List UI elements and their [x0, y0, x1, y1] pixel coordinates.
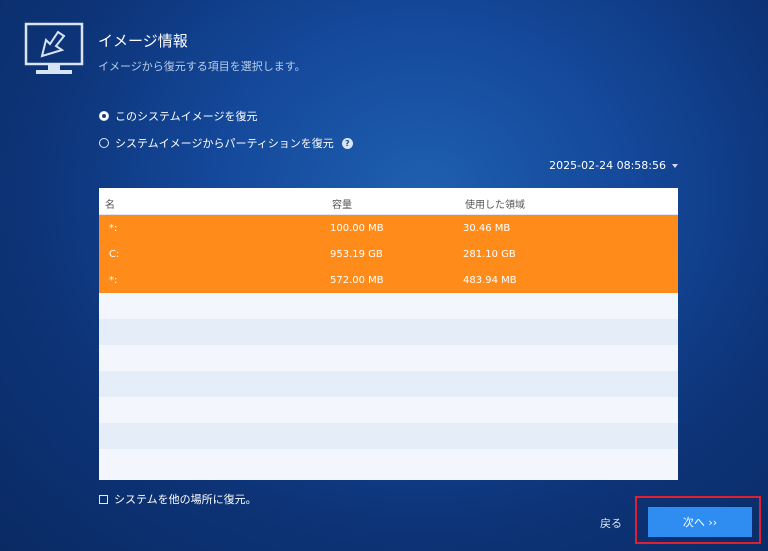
empty-row [99, 345, 678, 371]
backup-date-value: 2025-02-24 08:58:56 [549, 159, 666, 172]
backup-date-dropdown[interactable]: 2025-02-24 08:58:56 [549, 159, 678, 172]
restore-partition-option[interactable]: システムイメージからパーティションを復元 ? [99, 135, 353, 151]
restore-system-image-option[interactable]: このシステムイメージを復元 [99, 108, 257, 124]
empty-row [99, 423, 678, 449]
partition-name: *: [109, 223, 118, 234]
empty-row [99, 397, 678, 423]
empty-row [99, 371, 678, 397]
partition-capacity: 953.19 GB [330, 249, 383, 260]
column-header-used[interactable]: 使用した領域 [465, 196, 525, 211]
restore-other-location-option[interactable]: システムを他の場所に復元。 [99, 491, 257, 507]
partition-used: 483.94 MB [463, 275, 517, 286]
empty-row [99, 319, 678, 345]
monitor-restore-icon [24, 22, 84, 74]
table-row[interactable]: *: 572.00 MB 483.94 MB [99, 267, 678, 293]
restore-other-location-label: システムを他の場所に復元。 [114, 493, 257, 506]
column-header-capacity[interactable]: 容量 [332, 196, 352, 211]
restore-partition-radio[interactable] [99, 138, 109, 148]
caret-down-icon [672, 163, 678, 168]
partition-table: 名 容量 使用した領域 *: 100.00 MB 30.46 MB C: 953… [99, 188, 678, 480]
partition-capacity: 100.00 MB [330, 223, 384, 234]
page-title: イメージ情報 [98, 32, 188, 50]
help-icon[interactable]: ? [341, 137, 353, 149]
column-header-name[interactable]: 名 [105, 196, 115, 211]
table-row[interactable]: C: 953.19 GB 281.10 GB [99, 241, 678, 267]
page-subtitle: イメージから復元する項目を選択します。 [98, 60, 306, 73]
partition-used: 30.46 MB [463, 223, 511, 234]
partition-name: C: [109, 249, 120, 260]
restore-partition-label: システムイメージからパーティションを復元 [115, 137, 334, 150]
restore-system-image-label: このシステムイメージを復元 [115, 110, 258, 123]
next-button[interactable]: 次へ ›› [648, 507, 752, 537]
partition-capacity: 572.00 MB [330, 275, 384, 286]
restore-other-location-checkbox[interactable] [99, 494, 108, 504]
empty-row [99, 449, 678, 480]
restore-system-image-radio[interactable] [99, 111, 109, 121]
back-button[interactable]: 戻る [600, 515, 622, 531]
table-row[interactable]: *: 100.00 MB 30.46 MB [99, 215, 678, 241]
partition-name: *: [109, 275, 118, 286]
empty-row [99, 293, 678, 319]
partition-used: 281.10 GB [463, 249, 516, 260]
table-header: 名 容量 使用した領域 [99, 188, 678, 215]
